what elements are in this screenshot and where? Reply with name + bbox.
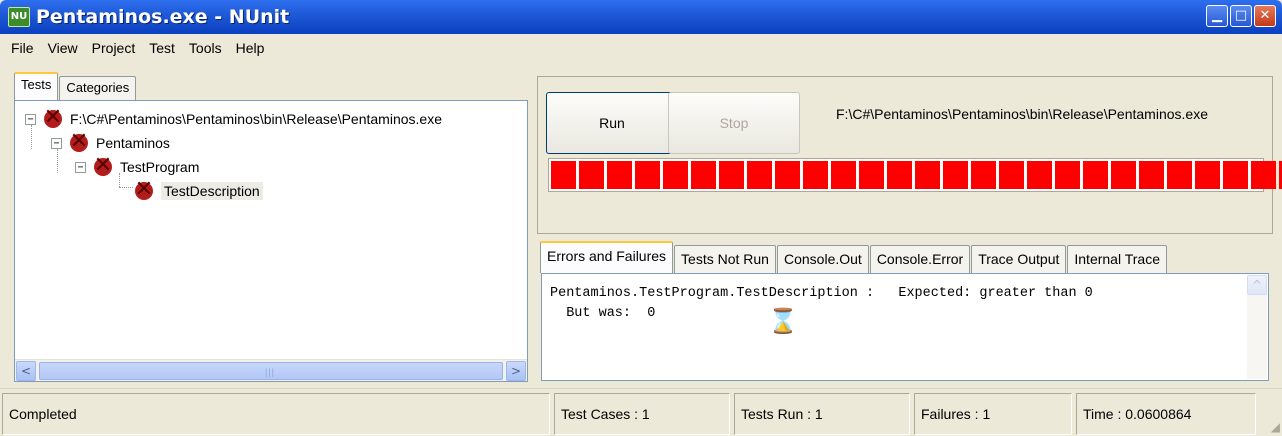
progress-segment — [551, 161, 576, 189]
tab-trace-output[interactable]: Trace Output — [971, 245, 1067, 273]
tree-node-namespace[interactable]: − ✕ Pentaminos — [51, 129, 170, 155]
progress-segment — [943, 161, 968, 189]
status-time: Time : 0.0600864 — [1076, 393, 1256, 435]
progress-segment — [1195, 161, 1220, 189]
minimize-button[interactable]: ▁ — [1206, 5, 1228, 27]
maximize-button[interactable]: □ — [1230, 5, 1252, 27]
progress-segment — [1055, 161, 1080, 189]
menu-view[interactable]: View — [41, 40, 85, 56]
tab-internal-trace[interactable]: Internal Trace — [1067, 245, 1167, 273]
progress-segment — [1167, 161, 1192, 189]
progress-segment — [1139, 161, 1164, 189]
menu-tools[interactable]: Tools — [182, 40, 229, 56]
progress-segment — [1111, 161, 1136, 189]
test-failed-icon: ✕ — [69, 129, 89, 154]
progress-segment — [579, 161, 604, 189]
collapse-icon[interactable]: − — [75, 161, 86, 173]
progress-segment — [663, 161, 688, 189]
progress-segment — [831, 161, 856, 189]
status-message: Completed — [2, 393, 550, 435]
test-tree[interactable]: − ✕ F:\C#\Pentaminos\Pentaminos\bin\Rele… — [14, 100, 528, 382]
status-tests-run: Tests Run : 1 — [734, 393, 910, 435]
tree-node-label: TestProgram — [120, 159, 200, 175]
window-controls: ▁ □ ✕ — [1206, 5, 1276, 27]
left-tab-strip: Tests Categories — [14, 72, 137, 100]
errors-output[interactable]: Pentaminos.TestProgram.TestDescription :… — [541, 273, 1269, 381]
progress-segment — [1223, 161, 1248, 189]
tree-node-label: Pentaminos — [96, 135, 170, 151]
tab-console-out[interactable]: Console.Out — [776, 245, 869, 273]
progress-segment — [1251, 161, 1276, 189]
tab-errors-and-failures[interactable]: Errors and Failures — [540, 241, 674, 273]
scroll-left-icon[interactable]: < — [16, 361, 36, 381]
tab-tests[interactable]: Tests — [14, 72, 59, 100]
test-failed-icon: ✕ — [93, 153, 113, 178]
title-bar: NU Pentaminos.exe - NUnit ▁ □ ✕ — [0, 0, 1282, 34]
status-bar: Completed Test Cases : 1 Tests Run : 1 F… — [0, 388, 1282, 436]
nunit-logo-icon: NU — [8, 7, 30, 27]
menu-project[interactable]: Project — [85, 40, 143, 56]
run-button[interactable]: Run — [546, 92, 678, 154]
progress-segment — [747, 161, 772, 189]
stop-button[interactable]: Stop — [668, 92, 800, 154]
menu-test[interactable]: Test — [142, 40, 182, 56]
output-line: Pentaminos.TestProgram.TestDescription :… — [550, 286, 1093, 301]
scroll-right-icon[interactable]: > — [506, 361, 526, 381]
progress-segment — [999, 161, 1024, 189]
tree-node-fixture[interactable]: − ✕ TestProgram — [75, 153, 200, 179]
progress-segment — [971, 161, 996, 189]
grip-icon: ||| — [265, 367, 276, 377]
result-tab-strip: Errors and Failures Tests Not Run Consol… — [540, 241, 1168, 273]
status-test-cases: Test Cases : 1 — [554, 393, 730, 435]
status-failures: Failures : 1 — [914, 393, 1072, 435]
progress-segment — [915, 161, 940, 189]
resize-grip-icon[interactable]: ◢ — [1271, 420, 1280, 434]
progress-segment — [803, 161, 828, 189]
test-failed-icon: ✕ — [134, 177, 154, 202]
tree-node-assembly[interactable]: − ✕ F:\C#\Pentaminos\Pentaminos\bin\Rele… — [25, 105, 442, 131]
tab-tests-not-run[interactable]: Tests Not Run — [674, 245, 776, 273]
progress-segment — [859, 161, 884, 189]
output-line: But was: 0 — [550, 306, 656, 321]
tree-node-label: TestDescription — [161, 182, 263, 200]
progress-segment — [719, 161, 744, 189]
close-button[interactable]: ✕ — [1254, 5, 1276, 27]
scroll-up-icon[interactable]: ^ — [1247, 275, 1267, 295]
test-path-label: F:\C#\Pentaminos\Pentaminos\bin\Release\… — [836, 106, 1208, 122]
menu-file[interactable]: File — [4, 40, 41, 56]
tab-console-error[interactable]: Console.Error — [869, 245, 971, 273]
scroll-thumb[interactable]: ||| — [39, 362, 503, 380]
menu-bar: File View Project Test Tools Help — [0, 34, 1282, 62]
window-title: Pentaminos.exe - NUnit — [36, 6, 290, 28]
progress-segment — [775, 161, 800, 189]
progress-segment — [1083, 161, 1108, 189]
hourglass-cursor-icon: ⌛ — [768, 307, 798, 335]
menu-help[interactable]: Help — [229, 40, 272, 56]
progress-segment — [635, 161, 660, 189]
tree-horizontal-scrollbar[interactable]: < ||| > — [15, 359, 527, 381]
progress-segment — [1027, 161, 1052, 189]
tab-categories[interactable]: Categories — [59, 76, 137, 100]
progress-bar — [548, 158, 1282, 192]
output-vertical-scrollbar[interactable]: ^ — [1247, 275, 1267, 379]
tree-connector — [119, 187, 133, 188]
test-failed-icon: ✕ — [43, 105, 63, 130]
progress-segment — [607, 161, 632, 189]
tree-node-label: F:\C#\Pentaminos\Pentaminos\bin\Release\… — [70, 111, 442, 127]
progress-segment — [691, 161, 716, 189]
progress-segment — [887, 161, 912, 189]
tree-node-test[interactable]: ✕ TestDescription — [133, 177, 263, 203]
collapse-icon[interactable]: − — [25, 113, 36, 125]
collapse-icon[interactable]: − — [51, 137, 62, 149]
